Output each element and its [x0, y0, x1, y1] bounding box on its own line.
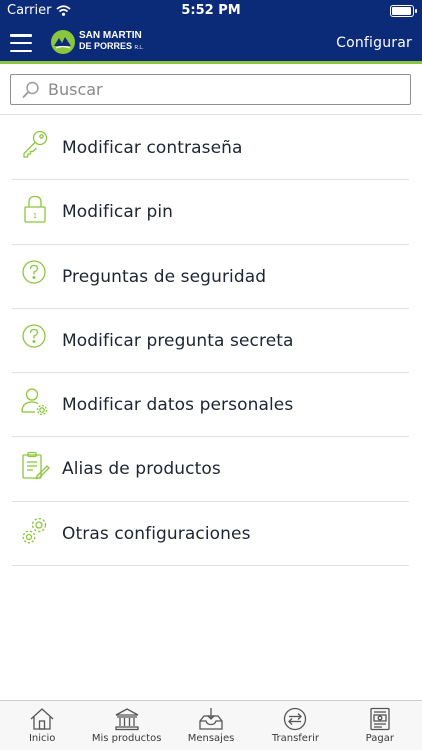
logo-mark-icon [51, 30, 75, 54]
tab-label: Mensajes [187, 733, 235, 744]
tab-pagar[interactable]: Pagar [338, 701, 422, 750]
logo-line1: SAN MARTIN [79, 30, 142, 41]
tab-label: Pagar [365, 733, 394, 744]
bank-icon [114, 708, 139, 731]
logo-line2: DE PORRES [79, 41, 133, 51]
key-icon [23, 130, 48, 158]
hamburger-menu-icon[interactable] [10, 34, 32, 52]
menu-item-label: Alias de productos [62, 459, 221, 480]
question-circle-icon [22, 259, 46, 284]
bill-payment-icon [370, 707, 390, 731]
lock-icon: 1 [24, 196, 46, 223]
svg-text:1: 1 [33, 212, 37, 220]
tab-bar: Inicio Mis productos Mensajes Transferir… [0, 700, 422, 750]
menu-item-label: Modificar pregunta secreta [62, 330, 294, 351]
tab-label: Inicio [28, 733, 56, 744]
battery-icon [390, 5, 417, 17]
user-settings-icon [21, 388, 48, 416]
search-input[interactable] [48, 78, 403, 101]
status-bar: Carrier 5:52 PM [0, 0, 422, 22]
question-circle-icon [22, 324, 46, 348]
tab-label: Mis productos [91, 733, 162, 744]
menu-item-modificar-datos-personales[interactable]: Modificar datos personales [12, 373, 409, 438]
logo-suffix: R.L. [134, 45, 144, 51]
search-area [0, 67, 422, 115]
search-box[interactable] [10, 74, 411, 105]
menu-item-label: Modificar contraseña [62, 138, 243, 158]
app-screen: Carrier 5:52 PM SAN MARTIN DE PORRES R.L… [0, 0, 422, 750]
nav-bar: SAN MARTIN DE PORRES R.L. Configurar [0, 22, 422, 64]
status-time: 5:52 PM [181, 3, 241, 18]
menu-item-label: Modificar datos personales [62, 395, 294, 416]
menu-item-label: Modificar pin [62, 202, 174, 223]
clipboard-edit-icon [22, 452, 50, 480]
menu-item-modificar-pregunta-secreta[interactable]: Modificar pregunta secreta [12, 309, 409, 374]
tab-label: Transferir [271, 733, 319, 744]
settings-list: Modificar contraseña 1 Modificar pin Pre… [0, 116, 422, 567]
tab-transferir[interactable]: Transferir [253, 701, 337, 750]
tab-inicio[interactable]: Inicio [0, 701, 84, 750]
tab-mensajes[interactable]: Mensajes [169, 701, 253, 750]
search-icon [22, 81, 39, 98]
menu-item-preguntas-de-seguridad[interactable]: Preguntas de seguridad [12, 245, 409, 309]
home-icon [30, 708, 54, 730]
configurar-button[interactable]: Configurar [336, 35, 412, 51]
menu-item-alias-de-productos[interactable]: Alias de productos [12, 437, 409, 502]
brand-logo: SAN MARTIN DE PORRES R.L. [50, 29, 144, 55]
tab-mis-productos[interactable]: Mis productos [84, 701, 168, 750]
gears-icon [22, 517, 47, 544]
inbox-download-icon [199, 708, 223, 730]
menu-item-label: Otras configuraciones [62, 523, 251, 544]
menu-item-modificar-pin[interactable]: 1 Modificar pin [12, 180, 409, 245]
logo-text: SAN MARTIN DE PORRES R.L. [79, 31, 144, 53]
menu-item-label: Preguntas de seguridad [62, 266, 267, 287]
menu-item-otras-configuraciones[interactable]: Otras configuraciones [12, 502, 409, 567]
transfer-icon [284, 707, 307, 731]
menu-item-modificar-contrasena[interactable]: Modificar contraseña [12, 116, 409, 181]
